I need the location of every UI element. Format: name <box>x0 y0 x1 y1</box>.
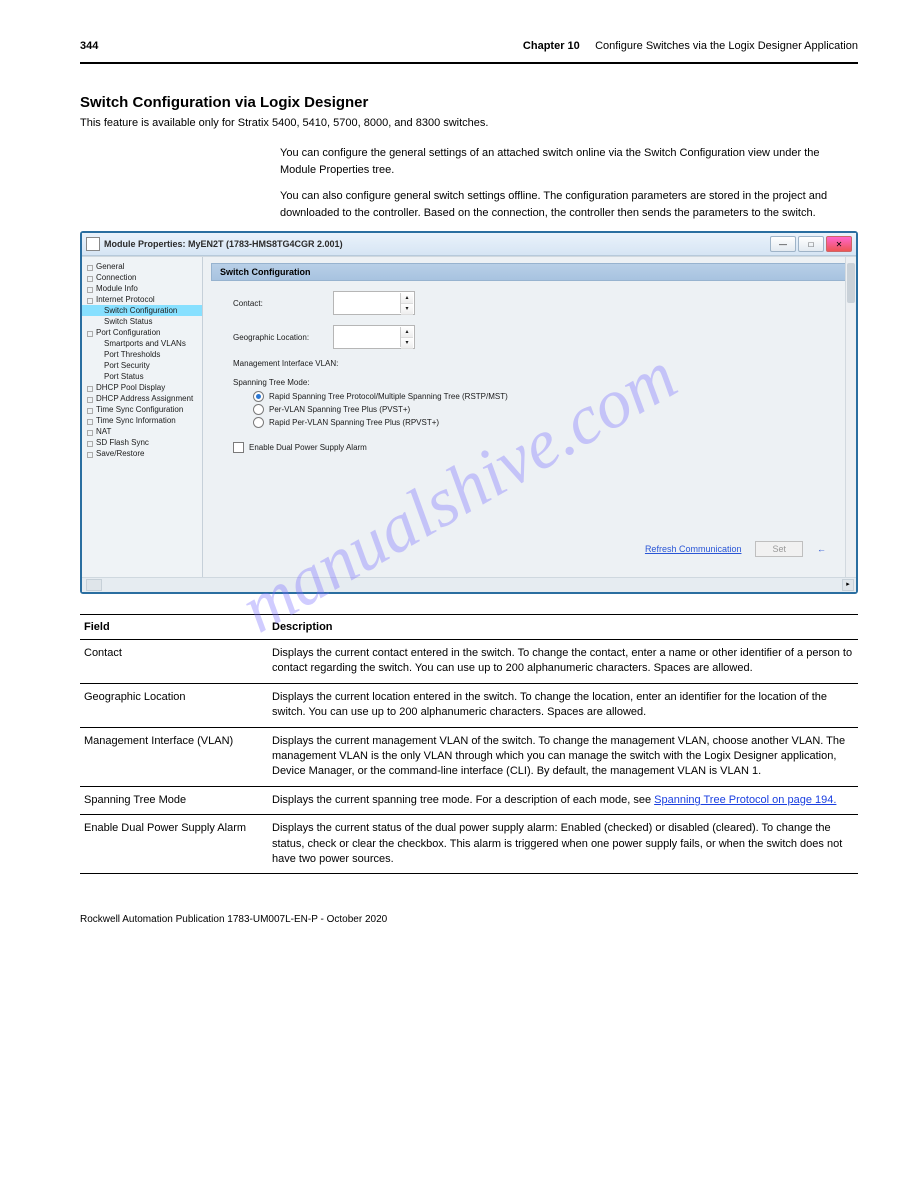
table-row: Spanning Tree ModeDisplays the current s… <box>80 786 858 814</box>
publication-id: Rockwell Automation Publication 1783-UM0… <box>80 914 387 925</box>
window-title: Module Properties: MyEN2T (1783-HMS8TG4C… <box>104 239 343 249</box>
cross-reference-link[interactable]: Spanning Tree Protocol on page 194. <box>654 794 836 806</box>
nav-item-connection[interactable]: Connection <box>82 272 202 283</box>
geographic-location-input[interactable]: ▴▾ <box>333 325 415 349</box>
spanning-tree-radio[interactable] <box>253 404 264 415</box>
nav-item-smartports-and-vlans[interactable]: Smartports and VLANs <box>82 338 202 349</box>
table-head-desc: Description <box>268 615 858 640</box>
nav-item-switch-configuration[interactable]: Switch Configuration <box>82 305 202 316</box>
chapter-label: Chapter 10 <box>523 40 580 52</box>
nav-item-module-info[interactable]: Module Info <box>82 283 202 294</box>
table-desc: Displays the current spanning tree mode.… <box>268 786 858 814</box>
nav-item-nat[interactable]: NAT <box>82 426 202 437</box>
horizontal-scrollbar[interactable]: ▸ <box>82 577 856 592</box>
titlebar: Module Properties: MyEN2T (1783-HMS8TG4C… <box>82 233 856 256</box>
content-pane: Switch Configuration Contact: ▴▾ Geograp… <box>203 257 856 577</box>
spin-down-icon[interactable]: ▾ <box>401 338 413 349</box>
section-para2: You can also configure general switch se… <box>280 188 858 221</box>
nav-item-port-thresholds[interactable]: Port Thresholds <box>82 349 202 360</box>
contact-input[interactable]: ▴▾ <box>333 291 415 315</box>
nav-item-general[interactable]: General <box>82 261 202 272</box>
maximize-button[interactable]: □ <box>798 236 824 252</box>
nav-item-dhcp-address-assignment[interactable]: DHCP Address Assignment <box>82 393 202 404</box>
spanning-tree-radio-label: Rapid Spanning Tree Protocol/Multiple Sp… <box>269 392 508 401</box>
nav-item-switch-status[interactable]: Switch Status <box>82 316 202 327</box>
spin-down-icon[interactable]: ▾ <box>401 304 413 315</box>
nav-item-port-configuration[interactable]: Port Configuration <box>82 327 202 338</box>
spanning-tree-radio[interactable] <box>253 391 264 402</box>
dual-power-label: Enable Dual Power Supply Alarm <box>249 443 367 452</box>
nav-item-dhcp-pool-display[interactable]: DHCP Pool Display <box>82 382 202 393</box>
back-arrow-icon[interactable]: ← <box>817 544 826 554</box>
contact-label: Contact: <box>233 299 333 308</box>
table-field: Geographic Location <box>80 683 268 727</box>
spanning-tree-radio[interactable] <box>253 417 264 428</box>
dual-power-checkbox[interactable] <box>233 442 244 453</box>
table-row: Enable Dual Power Supply AlarmDisplays t… <box>80 815 858 874</box>
nav-item-save-restore[interactable]: Save/Restore <box>82 448 202 459</box>
spanning-tree-radio-label: Per-VLAN Spanning Tree Plus (PVST+) <box>269 405 410 414</box>
nav-item-internet-protocol[interactable]: Internet Protocol <box>82 294 202 305</box>
section-note: This feature is available only for Strat… <box>80 117 858 129</box>
table-row: Geographic LocationDisplays the current … <box>80 683 858 727</box>
spanning-tree-radio-label: Rapid Per-VLAN Spanning Tree Plus (RPVST… <box>269 418 439 427</box>
minimize-button[interactable]: — <box>770 236 796 252</box>
spanning-tree-label: Spanning Tree Mode: <box>233 378 856 387</box>
table-desc: Displays the current location entered in… <box>268 683 858 727</box>
module-properties-window: Module Properties: MyEN2T (1783-HMS8TG4C… <box>80 231 858 594</box>
nav-item-time-sync-configuration[interactable]: Time Sync Configuration <box>82 404 202 415</box>
table-field: Spanning Tree Mode <box>80 786 268 814</box>
pane-title: Switch Configuration <box>211 263 846 281</box>
table-field: Management Interface (VLAN) <box>80 727 268 786</box>
close-button[interactable]: ✕ <box>826 236 852 252</box>
nav-item-port-status[interactable]: Port Status <box>82 371 202 382</box>
section-title: Switch Configuration via Logix Designer <box>80 94 858 111</box>
spin-up-icon[interactable]: ▴ <box>401 293 413 304</box>
table-desc: Displays the current contact entered in … <box>268 640 858 684</box>
table-field: Contact <box>80 640 268 684</box>
page-number-top: 344 <box>80 40 98 52</box>
table-desc: Displays the current status of the dual … <box>268 815 858 874</box>
table-row: ContactDisplays the current contact ente… <box>80 640 858 684</box>
spin-up-icon[interactable]: ▴ <box>401 327 413 338</box>
management-vlan-label: Management Interface VLAN: <box>233 359 383 368</box>
breadcrumb: Configure Switches via the Logix Designe… <box>595 40 858 52</box>
geographic-location-label: Geographic Location: <box>233 333 333 342</box>
app-icon <box>86 237 100 251</box>
table-row: Management Interface (VLAN)Displays the … <box>80 727 858 786</box>
nav-item-port-security[interactable]: Port Security <box>82 360 202 371</box>
vertical-scrollbar[interactable] <box>845 257 856 577</box>
nav-tree: GeneralConnectionModule InfoInternet Pro… <box>82 257 203 577</box>
nav-item-sd-flash-sync[interactable]: SD Flash Sync <box>82 437 202 448</box>
section-para1: You can configure the general settings o… <box>280 145 858 178</box>
field-description-table: Field Description ContactDisplays the cu… <box>80 614 858 874</box>
table-field: Enable Dual Power Supply Alarm <box>80 815 268 874</box>
refresh-communication-link[interactable]: Refresh Communication <box>645 544 742 554</box>
nav-item-time-sync-information[interactable]: Time Sync Information <box>82 415 202 426</box>
set-button[interactable]: Set <box>755 541 803 557</box>
table-head-field: Field <box>80 615 268 640</box>
table-desc: Displays the current management VLAN of … <box>268 727 858 786</box>
